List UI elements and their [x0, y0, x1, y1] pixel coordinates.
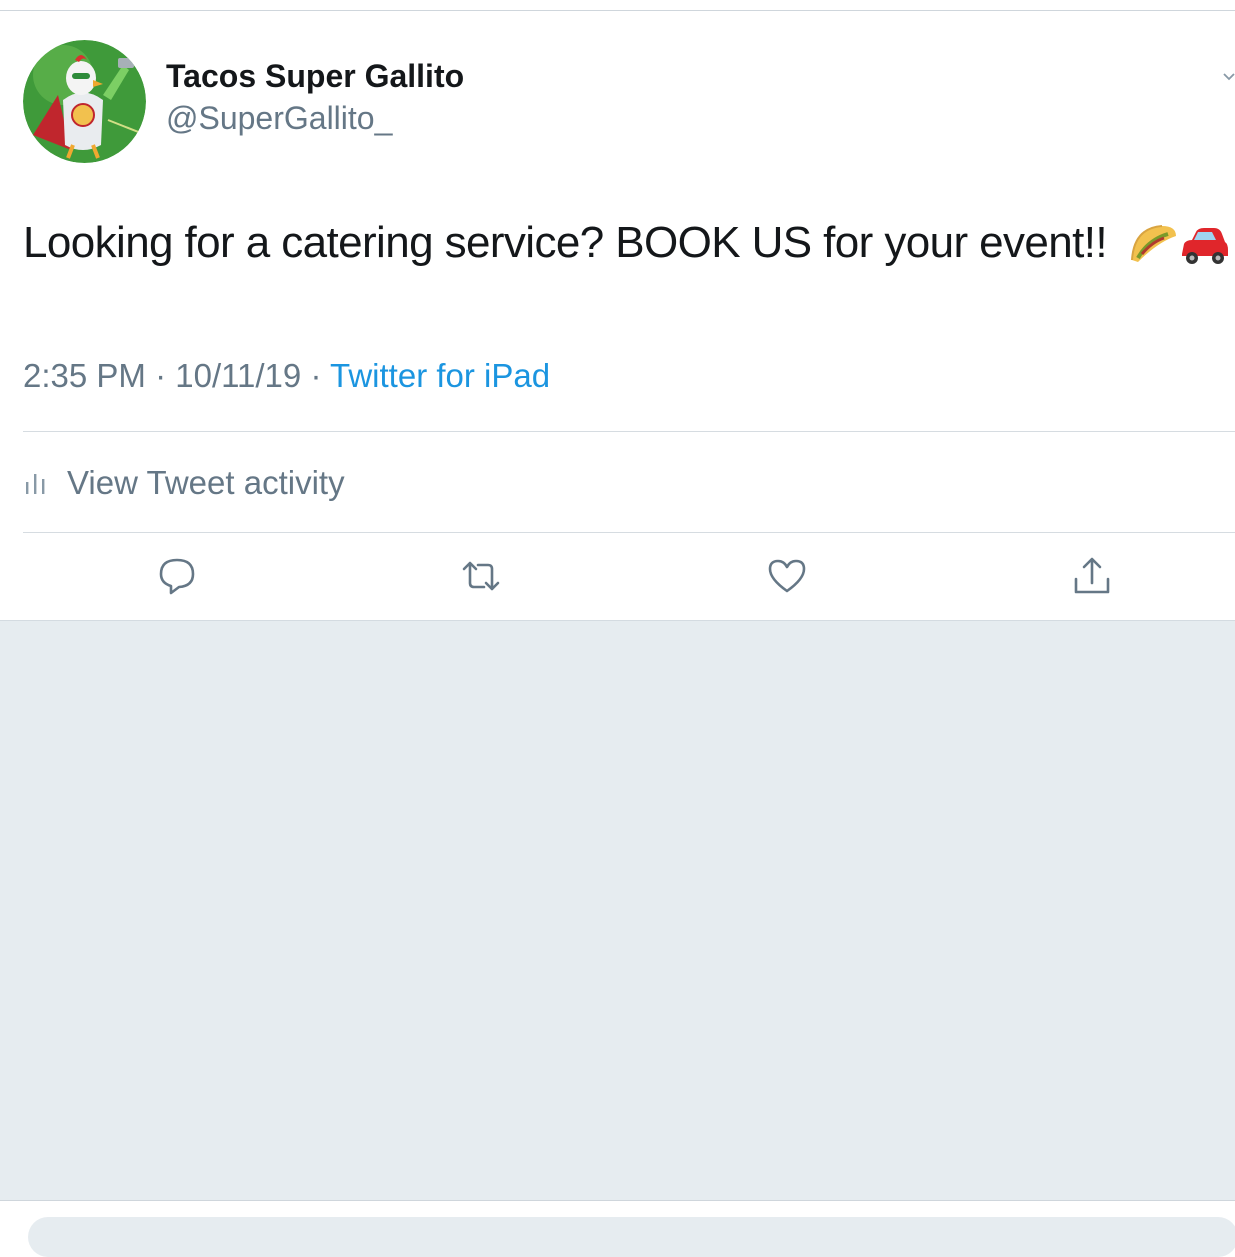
heart-icon: [768, 559, 806, 593]
divider: [23, 431, 1235, 432]
separator: ·: [155, 357, 167, 394]
display-name[interactable]: Tacos Super Gallito: [166, 58, 464, 95]
like-button[interactable]: [764, 553, 810, 599]
handle[interactable]: @SuperGallito_: [166, 100, 392, 137]
empty-replies-area: [0, 620, 1235, 1200]
tweet-source-link[interactable]: Twitter for iPad: [330, 357, 550, 394]
tweet-text: Looking for a catering service? BOOK US …: [23, 218, 1108, 267]
car-emoji: [1182, 228, 1228, 264]
chevron-down-icon[interactable]: [1222, 70, 1235, 84]
tweet-meta: 2:35 PM · 10/11/19 · Twitter for iPad: [23, 357, 550, 395]
avatar[interactable]: [23, 40, 146, 163]
retweet-icon: [462, 561, 500, 591]
retweet-button[interactable]: [458, 553, 504, 599]
share-button[interactable]: [1069, 553, 1115, 599]
divider: [23, 532, 1235, 533]
bar-chart-icon: [26, 474, 45, 494]
separator: ·: [310, 357, 322, 394]
share-icon: [1074, 557, 1110, 594]
activity-label: View Tweet activity: [67, 464, 345, 501]
tweet-date: 10/11/19: [175, 357, 302, 394]
view-tweet-activity-button[interactable]: View Tweet activity: [23, 458, 345, 508]
top-divider: [0, 10, 1235, 11]
taco-emoji: [1131, 225, 1176, 262]
reply-button[interactable]: [154, 553, 200, 599]
reply-icon: [159, 558, 195, 595]
tweet-time: 2:35 PM: [23, 357, 146, 394]
reply-input[interactable]: [28, 1217, 1235, 1257]
